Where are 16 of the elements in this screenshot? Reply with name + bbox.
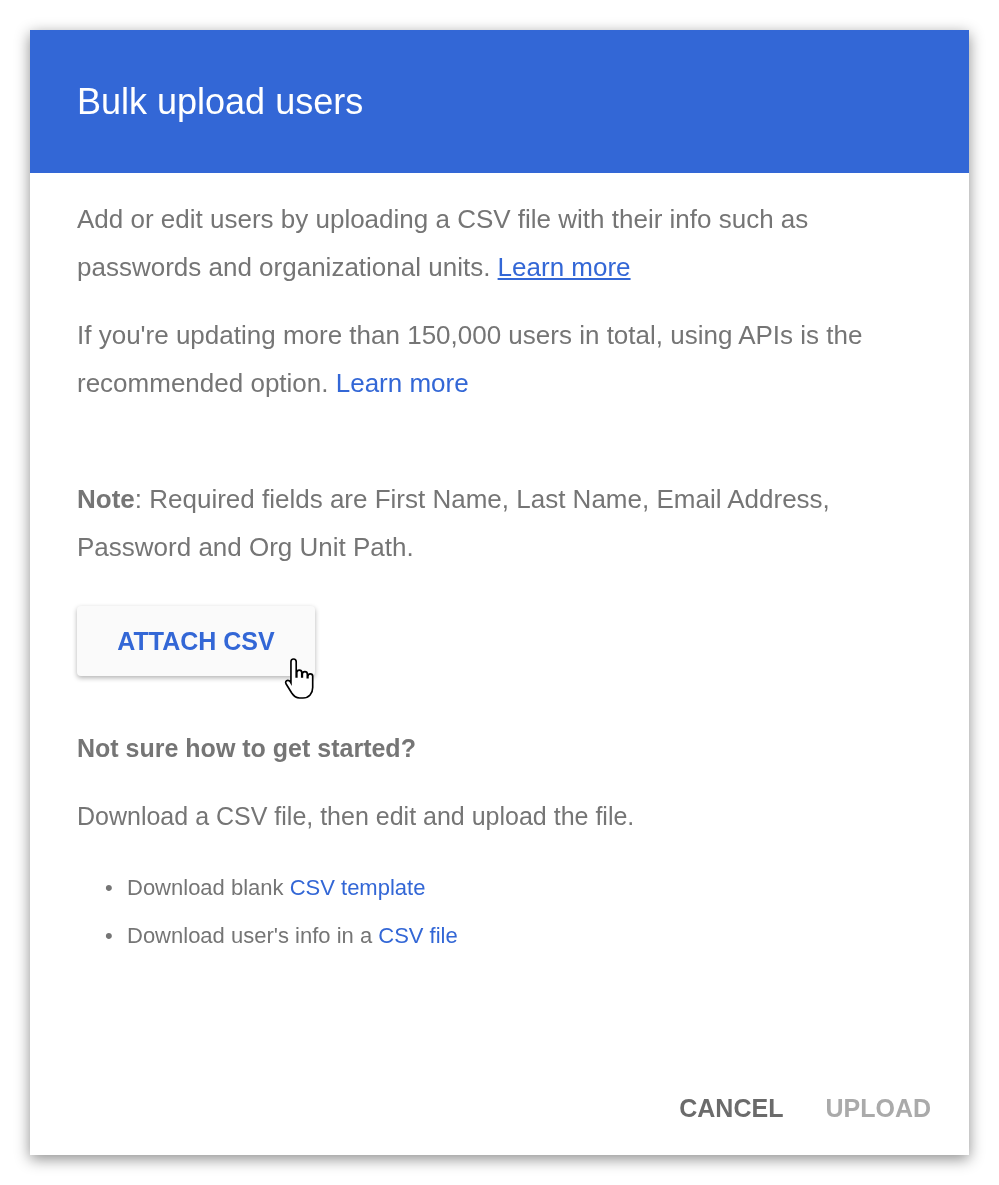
attach-csv-button[interactable]: ATTACH CSV: [77, 606, 315, 676]
dialog-button[interactable]: CANCEL: [667, 1084, 796, 1133]
download-link[interactable]: CSV file: [378, 923, 458, 948]
help-text: Download a CSV file, then edit and upload the file.: [77, 801, 636, 832]
description-text: Add or edit users by uploading a CSV file with their info such as passwords and organizational units. Learn more: [77, 203, 810, 284]
bullet: •: [105, 874, 114, 902]
help-heading: Not sure how to get started?: [77, 733, 417, 764]
learn-more-link[interactable]: Learn more: [335, 368, 469, 398]
download-text: Download user's info in a: [127, 923, 373, 948]
description-text: If you're updating more than 150,000 users in total, using APIs is the recommended option. Learn more: [77, 319, 864, 400]
download-link[interactable]: CSV template: [289, 875, 426, 900]
dialog-title: Bulk upload users: [77, 80, 364, 123]
note-text: Note: Required fields are First Name, Last Name, Email Address, Password and Org Unit Path.: [77, 483, 831, 564]
download-text: Download blank: [127, 875, 284, 900]
learn-more-link[interactable]: Learn more: [497, 252, 631, 282]
bullet: •: [105, 922, 114, 950]
